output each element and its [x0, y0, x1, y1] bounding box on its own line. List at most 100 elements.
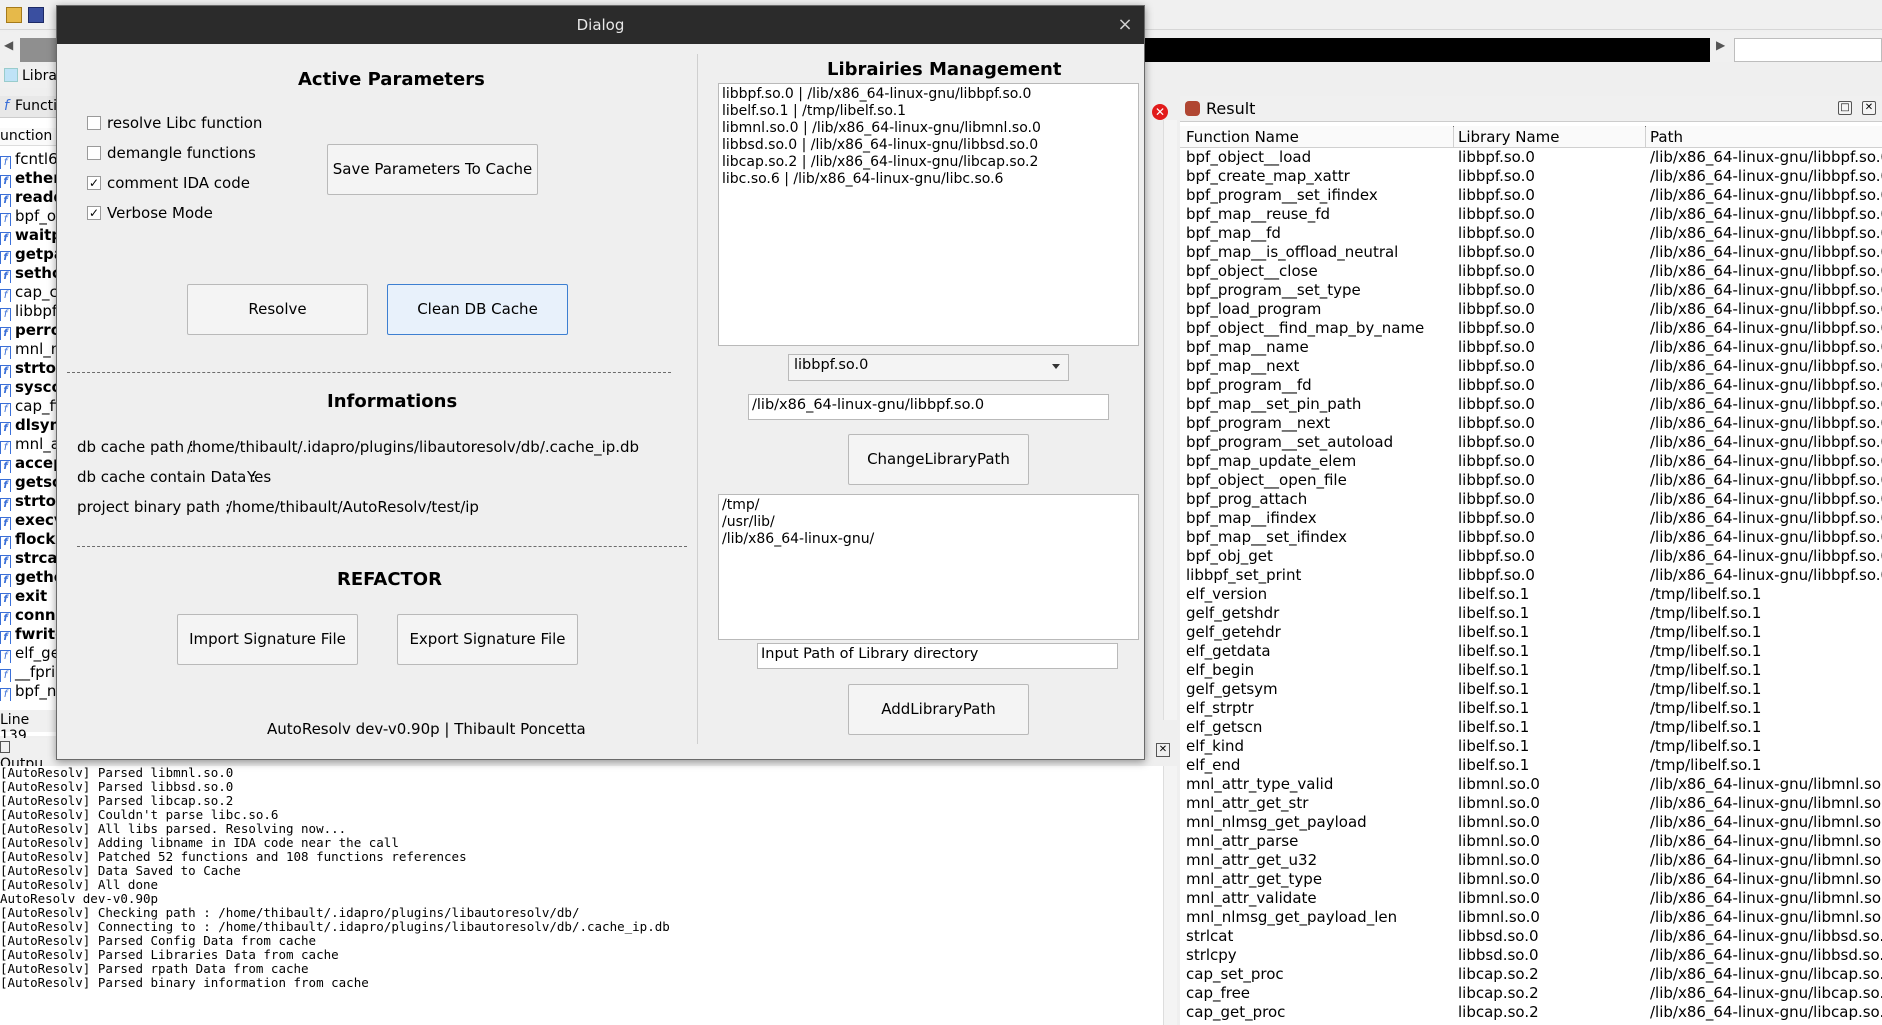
list-item[interactable]: f dlsym — [0, 416, 58, 435]
library-entry[interactable]: libmnl.so.0 | /lib/x86_64-linux-gnu/libm… — [722, 120, 1135, 137]
nav-left-arrow-icon[interactable]: ◀ — [4, 38, 13, 52]
table-row[interactable]: cap_free libcap.so.2/lib/x86_64-linux-gnu… — [1180, 984, 1882, 1003]
maximize-icon[interactable]: □ — [1838, 101, 1852, 115]
list-item[interactable]: fgetho — [0, 568, 58, 587]
table-row[interactable]: elf_getscn libelf.so.1/tmp/libelf.so.1 — [1180, 718, 1882, 737]
table-row[interactable]: bpf_object__find_map_by_name libbpf.so.0 /… — [1180, 319, 1882, 338]
clean-db-cache-button[interactable]: Clean DB Cache — [387, 284, 568, 335]
table-row[interactable]: elf_version libelf.so.1/tmp/libelf.so.1 — [1180, 585, 1882, 604]
demangle-checkbox[interactable] — [87, 146, 101, 160]
table-row[interactable]: libbpf_set_print libbpf.so.0/lib/x86_64-l… — [1180, 566, 1882, 585]
table-row[interactable]: bpf_map__set_pin_path libbpf.so.0/lib/x86… — [1180, 395, 1882, 414]
table-row[interactable]: elf_end libelf.so.1/tmp/libelf.so.1 — [1180, 756, 1882, 775]
list-item[interactable]: f flock — [0, 530, 58, 549]
output-close-icon[interactable]: ✕ — [1156, 743, 1170, 757]
list-item[interactable]: f mnl_n — [0, 340, 58, 359]
table-row[interactable]: bpf_create_map_xattr libbpf.so.0/lib/x86_… — [1180, 167, 1882, 186]
functions-column-header[interactable]: unction — [0, 128, 58, 146]
disassembly-scrollbar[interactable] — [1163, 120, 1177, 720]
table-row[interactable]: bpf_map__next libbpf.so.0/lib/x86_64-linu… — [1180, 357, 1882, 376]
directory-entry[interactable]: /usr/lib/ — [722, 514, 1135, 531]
table-row[interactable]: cap_set_proc libcap.so.2/lib/x86_64-linux… — [1180, 965, 1882, 984]
tab-output[interactable]: Outpu — [0, 738, 58, 772]
table-row[interactable]: bpf_map__reuse_fd libbpf.so.0/lib/x86_64-… — [1180, 205, 1882, 224]
table-row[interactable]: bpf_map__fd libbpf.so.0/lib/x86_64-linux-… — [1180, 224, 1882, 243]
table-row[interactable]: mnl_attr_get_u32 libmnl.so.0/lib/x86_64-l… — [1180, 851, 1882, 870]
list-item[interactable]: f cap_fi — [0, 397, 58, 416]
open-folder-icon[interactable] — [6, 7, 22, 23]
table-row[interactable]: cap_get_proc libcap.so.2/lib/x86_64-linux… — [1180, 1003, 1882, 1022]
table-row[interactable]: gelf_getsym libelf.so.1/tmp/libelf.so.1 — [1180, 680, 1882, 699]
library-entry[interactable]: libbpf.so.0 | /lib/x86_64-linux-gnu/libb… — [722, 86, 1135, 103]
list-item[interactable]: f waitp — [0, 226, 58, 245]
save-parameters-button[interactable]: Save Parameters To Cache — [327, 144, 538, 195]
library-directory-input[interactable]: Input Path of Library directory — [757, 643, 1118, 669]
output-scrollbar[interactable] — [1163, 766, 1177, 1025]
directory-entry[interactable]: /lib/x86_64-linux-gnu/ — [722, 531, 1135, 548]
table-row[interactable]: elf_kind libelf.so.1/tmp/libelf.so.1 — [1180, 737, 1882, 756]
library-entry[interactable]: libc.so.6 | /lib/x86_64-linux-gnu/libc.s… — [722, 171, 1135, 188]
import-signature-button[interactable]: Import Signature File — [177, 614, 358, 665]
table-row[interactable]: bpf_map__is_offload_neutral libbpf.so.0/l… — [1180, 243, 1882, 262]
list-item[interactable]: fstrcat — [0, 549, 58, 568]
save-icon[interactable] — [28, 7, 44, 23]
nav-input[interactable] — [1734, 38, 1882, 62]
table-row[interactable]: bpf_map__ifindex libbpf.so.0/lib/x86_64-l… — [1180, 509, 1882, 528]
column-path[interactable]: Path — [1650, 128, 1683, 146]
tab-libraries[interactable]: Libra — [0, 66, 60, 88]
list-item[interactable]: faccep — [0, 454, 58, 473]
list-item[interactable]: f ether — [0, 169, 58, 188]
table-row[interactable]: mnl_nlmsg_get_payload_len libmnl.so.0/lib… — [1180, 908, 1882, 927]
table-row[interactable]: mnl_nlmsg_get_payload libmnl.so.0/lib/x86… — [1180, 813, 1882, 832]
list-item[interactable]: fstrtou — [0, 492, 58, 511]
add-library-path-button[interactable]: AddLibraryPath — [848, 684, 1029, 735]
table-row[interactable]: bpf_obj_get libbpf.so.0/lib/x86_64-linux-… — [1180, 547, 1882, 566]
list-item[interactable]: f exit — [0, 587, 58, 606]
library-entry[interactable]: libbsd.so.0 | /lib/x86_64-linux-gnu/libb… — [722, 137, 1135, 154]
list-item[interactable]: f mnl_a — [0, 435, 58, 454]
list-item[interactable]: f cap_c — [0, 283, 58, 302]
libraries-list[interactable]: libbpf.so.0 | /lib/x86_64-linux-gnu/libb… — [718, 83, 1139, 346]
table-row[interactable]: bpf_program__next libbpf.so.0/lib/x86_64-… — [1180, 414, 1882, 433]
table-row[interactable]: bpf_object__close libbpf.so.0/lib/x86_64-… — [1180, 262, 1882, 281]
library-entry[interactable]: libelf.so.1 | /tmp/libelf.so.1 — [722, 103, 1135, 120]
list-item[interactable]: f bpf_o — [0, 207, 58, 226]
list-item[interactable]: f libbpf — [0, 302, 58, 321]
list-item[interactable]: f sysco — [0, 378, 58, 397]
list-item[interactable]: f perro — [0, 321, 58, 340]
list-item[interactable]: f bpf_n — [0, 682, 58, 701]
list-item[interactable]: fgetpa — [0, 245, 58, 264]
table-row[interactable]: gelf_getehdr libelf.so.1/tmp/libelf.so.1 — [1180, 623, 1882, 642]
table-row[interactable]: elf_strptr libelf.so.1/tmp/libelf.so.1 — [1180, 699, 1882, 718]
table-row[interactable]: mnl_attr_parse libmnl.so.0/lib/x86_64-lin… — [1180, 832, 1882, 851]
table-row[interactable]: elf_begin libelf.so.1/tmp/libelf.so.1 — [1180, 661, 1882, 680]
comment-ida-checkbox[interactable]: ✓ — [87, 176, 101, 190]
close-panel-icon[interactable]: ✕ — [1862, 101, 1876, 115]
table-row[interactable]: strlcat libbsd.so.0/lib/x86_64-linux-gnu/… — [1180, 927, 1882, 946]
list-item[interactable]: f strtol — [0, 359, 58, 378]
table-row[interactable]: bpf_load_program libbpf.so.0/lib/x86_64-l… — [1180, 300, 1882, 319]
table-row[interactable]: bpf_program__set_autoload libbpf.so.0/lib… — [1180, 433, 1882, 452]
directory-entry[interactable]: /tmp/ — [722, 497, 1135, 514]
table-row[interactable]: mnl_attr_validate libmnl.so.0/lib/x86_64-… — [1180, 889, 1882, 908]
table-row[interactable]: mnl_attr_type_valid libmnl.so.0/lib/x86_6… — [1180, 775, 1882, 794]
table-row[interactable]: bpf_map__name libbpf.so.0/lib/x86_64-linu… — [1180, 338, 1882, 357]
column-library-name[interactable]: Library Name — [1458, 128, 1559, 146]
table-row[interactable]: bpf_program__fd libbpf.so.0/lib/x86_64-li… — [1180, 376, 1882, 395]
verbose-mode-checkbox[interactable]: ✓ — [87, 206, 101, 220]
table-row[interactable]: strlcpy libbsd.so.0/lib/x86_64-linux-gnu/… — [1180, 946, 1882, 965]
list-item[interactable]: freadd — [0, 188, 58, 207]
export-signature-button[interactable]: Export Signature File — [397, 614, 578, 665]
table-row[interactable]: mnl_attr_get_type libmnl.so.0/lib/x86_64-… — [1180, 870, 1882, 889]
table-row[interactable]: bpf_object__load libbpf.so.0/lib/x86_64-l… — [1180, 148, 1882, 167]
nav-right-arrow-icon[interactable]: ▶ — [1716, 38, 1725, 52]
table-row[interactable]: bpf_program__set_type libbpf.so.0/lib/x86… — [1180, 281, 1882, 300]
library-path-input[interactable]: /lib/x86_64-linux-gnu/libbpf.so.0 — [748, 394, 1109, 420]
list-item[interactable]: f __fpri — [0, 663, 58, 682]
list-item[interactable]: f getso — [0, 473, 58, 492]
table-row[interactable]: gelf_getshdr libelf.so.1/tmp/libelf.so.1 — [1180, 604, 1882, 623]
table-row[interactable]: bpf_map_update_elem libbpf.so.0/lib/x86_6… — [1180, 452, 1882, 471]
resolve-button[interactable]: Resolve — [187, 284, 368, 335]
tab-functions[interactable]: f Functi — [0, 96, 58, 118]
close-icon[interactable]: ✕ — [1152, 104, 1168, 120]
